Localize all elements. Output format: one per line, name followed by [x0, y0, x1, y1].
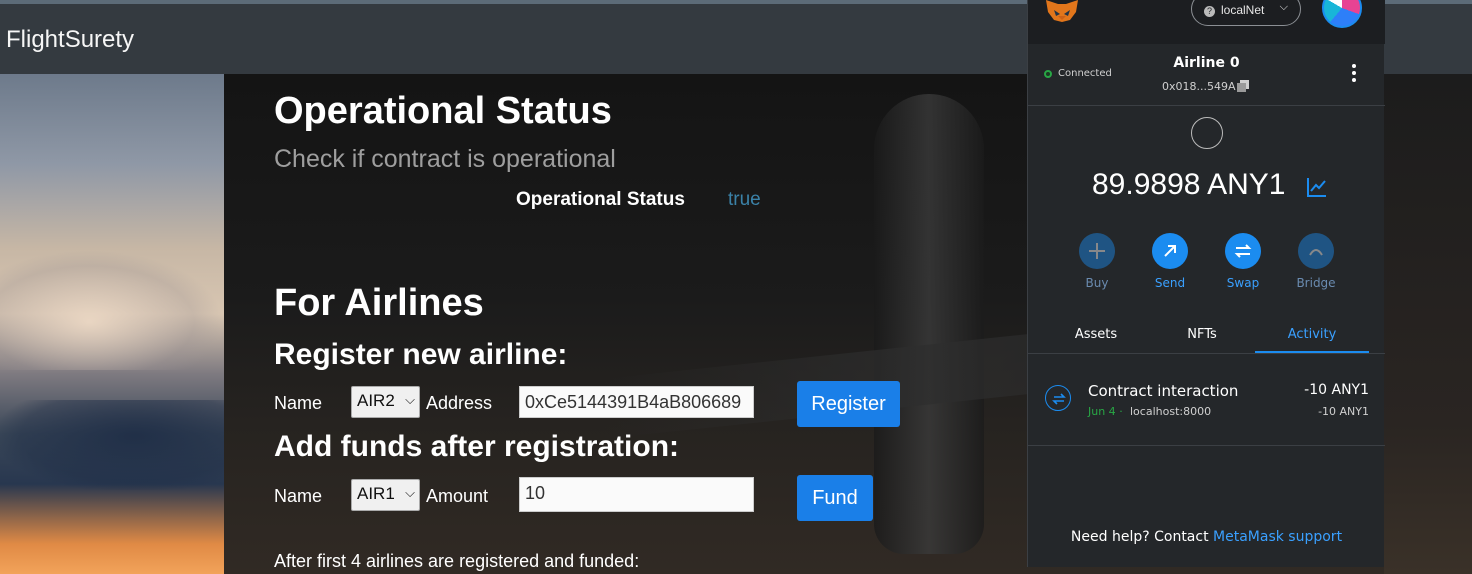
help-icon: ?	[1204, 6, 1215, 17]
activity-item[interactable]: Contract interaction Jun 4 · localhost:8…	[1028, 355, 1385, 446]
swap-arrows-icon	[1234, 244, 1252, 258]
activity-date: Jun 4 ·	[1088, 405, 1123, 418]
network-selector[interactable]: ? localNet ⌵	[1191, 0, 1301, 26]
activity-origin: localhost:8000	[1130, 405, 1212, 418]
wallet-tabs: Assets NFTs Activity	[1028, 318, 1385, 354]
contract-interaction-icon	[1045, 385, 1071, 411]
register-address-label: Address	[426, 393, 493, 413]
tab-assets[interactable]: Assets	[1039, 327, 1153, 342]
account-row: Connected Airline 0 0x018...549A	[1028, 44, 1385, 106]
plus-icon	[1089, 243, 1105, 259]
fund-amount-label: Amount	[426, 486, 489, 506]
tab-activity[interactable]: Activity	[1255, 327, 1369, 342]
bridge-label: Bridge	[1296, 276, 1336, 290]
send-button[interactable]	[1152, 233, 1188, 269]
airplane-silhouette	[874, 94, 984, 554]
swap-button[interactable]	[1225, 233, 1261, 269]
fund-airline-select[interactable]: AIR1 ⌵	[351, 479, 420, 511]
bridge-icon	[1309, 249, 1323, 256]
balance-amount: 89.9898 ANY1	[1092, 168, 1286, 201]
register-airline-select[interactable]: AIR2 ⌵	[351, 386, 420, 418]
bridge-button[interactable]	[1298, 233, 1334, 269]
account-avatar[interactable]	[1322, 0, 1362, 28]
send-label: Send	[1154, 276, 1186, 290]
airlines-footer-note: After first 4 airlines are registered an…	[274, 551, 640, 571]
register-airline-selected: AIR2	[357, 391, 395, 410]
activity-title: Contract interaction	[1088, 382, 1239, 400]
background-cloud	[0, 250, 224, 370]
background-cloud	[0, 400, 224, 490]
register-button[interactable]: Register	[797, 381, 900, 427]
background-strip	[1384, 74, 1472, 574]
send-arrow-icon	[1164, 245, 1176, 257]
fund-button[interactable]: Fund	[797, 475, 873, 521]
operational-title: Operational Status	[274, 90, 612, 132]
operational-subtitle: Check if contract is operational	[274, 145, 616, 173]
airlines-title: For Airlines	[274, 282, 484, 324]
activity-amount: -10 ANY1	[1304, 382, 1369, 398]
buy-button[interactable]	[1079, 233, 1115, 269]
activity-amount-secondary: -10 ANY1	[1318, 405, 1369, 418]
network-name: localNet	[1221, 3, 1265, 17]
tab-nfts[interactable]: NFTs	[1145, 327, 1259, 342]
operational-status-label: Operational Status	[516, 189, 685, 210]
help-text: Need help? Contact MetaMask support	[1070, 529, 1343, 545]
account-options-icon[interactable]	[1352, 64, 1358, 84]
connected-status-icon	[1044, 70, 1052, 78]
metamask-header: ? localNet ⌵	[1028, 0, 1385, 44]
register-address-input[interactable]: 0xCe5144391B4aB806689	[519, 386, 754, 418]
copy-icon[interactable]	[1237, 80, 1249, 92]
swap-label: Swap	[1226, 276, 1260, 290]
chevron-down-icon: ⌵	[1279, 1, 1288, 13]
fund-airline-selected: AIR1	[357, 484, 395, 503]
account-address[interactable]: 0x018...549A	[1162, 80, 1236, 93]
fund-heading: Add funds after registration:	[274, 430, 680, 463]
chevron-down-icon: ⌵	[405, 392, 415, 407]
account-name: Airline 0	[1173, 55, 1240, 71]
token-icon	[1191, 117, 1223, 149]
active-tab-indicator	[1255, 351, 1369, 353]
metamask-support-link[interactable]: MetaMask support	[1213, 529, 1342, 545]
register-heading: Register new airline:	[274, 338, 568, 371]
operational-status-value: true	[728, 189, 761, 210]
buy-label: Buy	[1085, 276, 1109, 290]
chevron-down-icon: ⌵	[405, 485, 415, 500]
fund-name-label: Name	[274, 486, 323, 506]
portfolio-chart-icon[interactable]	[1305, 175, 1329, 199]
register-name-label: Name	[274, 393, 323, 413]
metamask-fox-icon[interactable]	[1044, 0, 1080, 22]
metamask-popup: ? localNet ⌵ Connected Airline 0 0x018...…	[1027, 0, 1385, 567]
fund-amount-input[interactable]: 10	[519, 477, 754, 512]
brand-title[interactable]: FlightSurety	[6, 26, 134, 54]
